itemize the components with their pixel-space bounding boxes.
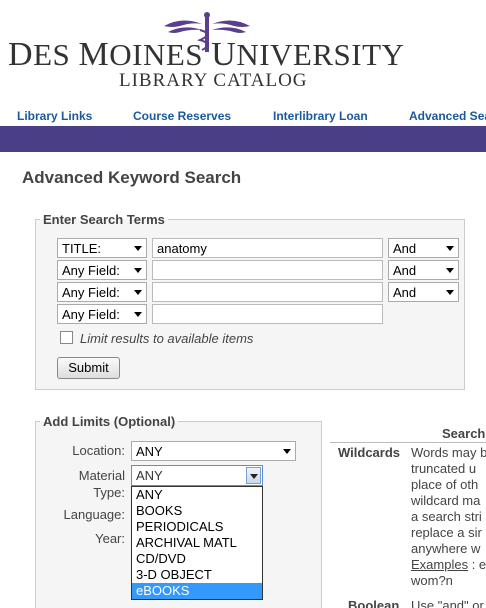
chevron-down-icon (134, 246, 142, 251)
examples-link[interactable]: Examples (411, 557, 468, 572)
examples-rest: : e (468, 557, 486, 572)
help-text-line: anywhere w (411, 541, 481, 556)
help-text-line: Words may b (411, 445, 486, 460)
operator-select-value: And (393, 241, 417, 256)
help-text-line: wildcard ma (411, 493, 481, 508)
material-type-dropdown: ANY BOOKS PERIODICALS ARCHIVAL MATL CD/D… (131, 486, 263, 600)
help-divider (330, 442, 486, 443)
field-select-3[interactable]: Any Field: (57, 282, 147, 302)
chevron-down-icon (446, 246, 454, 251)
help-title: Search (442, 426, 486, 441)
search-terms-legend: Enter Search Terms (43, 212, 165, 227)
material-option-periodicals[interactable]: PERIODICALS (132, 519, 262, 535)
operator-select-value: And (393, 263, 417, 278)
chevron-down-icon[interactable] (246, 467, 261, 484)
nav-advanced-search[interactable]: Advanced Search (409, 109, 486, 123)
search-input-4[interactable] (152, 304, 383, 324)
nav-bar-divider (0, 126, 486, 152)
limit-available-label: Limit results to available items (80, 331, 254, 346)
operator-select-3[interactable]: And (388, 282, 459, 302)
chevron-down-icon (446, 290, 454, 295)
location-label: Location: (72, 443, 125, 458)
material-label-line1: Material (78, 468, 125, 483)
field-select-1[interactable]: TITLE: (57, 238, 147, 258)
operator-select-value: And (393, 285, 417, 300)
material-option-3d-object[interactable]: 3-D OBJECT (132, 567, 262, 583)
chevron-down-icon (446, 268, 454, 273)
language-label: Language: (63, 507, 125, 522)
field-select-value: TITLE: (62, 241, 102, 256)
page-title: Advanced Keyword Search (22, 168, 242, 187)
nav-interlibrary-loan[interactable]: Interlibrary Loan (273, 109, 368, 123)
field-select-value: Any Field: (62, 307, 120, 322)
location-select[interactable]: ANY (131, 441, 296, 461)
material-type-select[interactable]: ANY (131, 465, 263, 486)
field-select-value: Any Field: (62, 285, 120, 300)
operator-select-1[interactable]: And (388, 238, 459, 258)
search-input-1[interactable]: anatomy (152, 238, 383, 258)
material-option-archival-matl[interactable]: ARCHIVAL MATL (132, 535, 262, 551)
field-select-2[interactable]: Any Field: (57, 260, 147, 280)
limits-legend: Add Limits (Optional) (43, 414, 176, 429)
search-input-2[interactable] (152, 260, 383, 280)
help-text-line: replace a sir (411, 525, 482, 540)
help-term-wildcards: Wildcards (338, 445, 401, 460)
top-nav: Library Links Course Reserves Interlibra… (0, 106, 486, 126)
catalog-title: LIBRARY CATALOG (119, 70, 308, 91)
help-text-boolean: Use "and" or (411, 598, 484, 608)
location-select-value: ANY (136, 444, 163, 459)
material-option-ebooks[interactable]: eBOOKS (132, 583, 262, 599)
submit-button[interactable]: Submit (57, 357, 120, 379)
search-input-3[interactable] (152, 282, 383, 302)
chevron-down-icon (134, 312, 142, 317)
field-select-4[interactable]: Any Field: (57, 304, 147, 324)
operator-select-2[interactable]: And (388, 260, 459, 280)
nav-library-links[interactable]: Library Links (17, 109, 92, 123)
nav-course-reserves[interactable]: Course Reserves (133, 109, 231, 123)
material-label-line2: Type: (93, 485, 125, 500)
help-text-line: a search stri (411, 509, 482, 524)
material-type-value: ANY (136, 468, 163, 483)
help-examples-line: Examples : e (411, 557, 486, 573)
help-text-line: wom?n (411, 573, 453, 588)
help-term-boolean: Boolean (348, 598, 400, 608)
chevron-down-icon (134, 290, 142, 295)
year-label: Year: (95, 531, 125, 546)
chevron-down-icon (134, 268, 142, 273)
help-text-line: place of oth (411, 477, 479, 492)
help-text-line: truncated u (411, 461, 477, 476)
material-option-books[interactable]: BOOKS (132, 503, 262, 519)
field-select-value: Any Field: (62, 263, 120, 278)
university-name: DES MOINES UNIVERSITY (8, 36, 405, 73)
material-option-any[interactable]: ANY (132, 487, 262, 503)
site-logo[interactable]: DES MOINES UNIVERSITY LIBRARY CATALOG (0, 0, 486, 100)
material-option-cd-dvd[interactable]: CD/DVD (132, 551, 262, 567)
chevron-down-icon (283, 449, 291, 454)
limit-available-checkbox[interactable] (60, 331, 73, 344)
help-text-wildcards: Words may b truncated u place of oth wil… (411, 445, 486, 589)
